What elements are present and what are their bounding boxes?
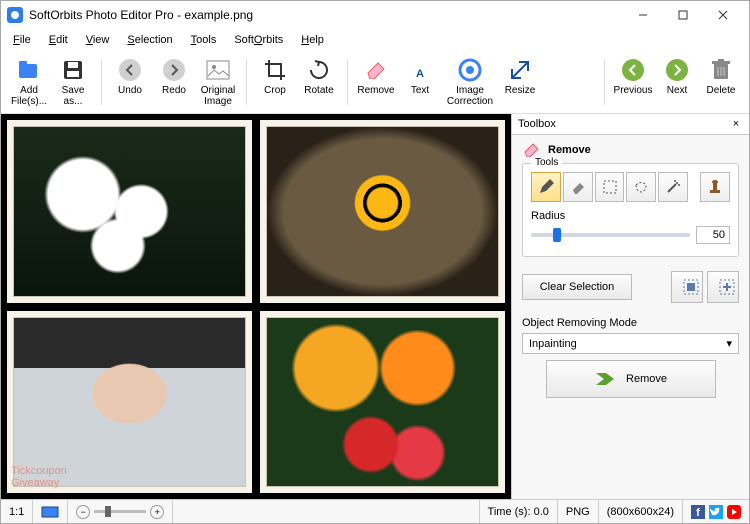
- radius-slider[interactable]: [531, 233, 690, 237]
- tool-eraser[interactable]: [563, 172, 593, 202]
- previous-button[interactable]: Previous: [611, 55, 655, 98]
- add-files-button[interactable]: Add File(s)...: [7, 55, 51, 109]
- menu-selection[interactable]: Selection: [119, 31, 180, 49]
- tool-magic-wand[interactable]: [658, 172, 688, 202]
- minimize-button[interactable]: [623, 1, 663, 29]
- load-selection-button[interactable]: [707, 271, 739, 303]
- menubar: File Edit View Selection Tools SoftOrbit…: [1, 29, 749, 51]
- zoom-control: − +: [68, 500, 173, 523]
- original-image-icon: [205, 57, 231, 83]
- undo-icon: [117, 57, 143, 83]
- photo-tile: [7, 311, 252, 494]
- menu-softorbits[interactable]: SoftOrbits: [226, 31, 291, 49]
- menu-view[interactable]: View: [78, 31, 118, 49]
- tool-lasso[interactable]: [626, 172, 656, 202]
- crop-icon: [262, 57, 288, 83]
- eraser-icon: [363, 57, 389, 83]
- youtube-icon[interactable]: [727, 505, 741, 519]
- menu-help[interactable]: Help: [293, 31, 332, 49]
- redo-button[interactable]: Redo: [152, 55, 196, 98]
- tool-marquee[interactable]: [595, 172, 625, 202]
- next-button[interactable]: Next: [655, 55, 699, 98]
- status-format: PNG: [558, 500, 599, 523]
- rotate-button[interactable]: Rotate: [297, 55, 341, 98]
- text-button[interactable]: A Text: [398, 55, 442, 98]
- save-icon: [60, 57, 86, 83]
- zoom-out-button[interactable]: −: [76, 505, 90, 519]
- tools-group: Tools Radius 50: [522, 163, 739, 257]
- status-time: Time (s): 0.0: [480, 500, 558, 523]
- titlebar: SoftOrbits Photo Editor Pro - example.pn…: [1, 1, 749, 29]
- zoom-ratio: 1:1: [1, 500, 33, 523]
- photo-tile: [7, 120, 252, 303]
- tool-stamp[interactable]: [700, 172, 730, 202]
- radius-label: Radius: [531, 210, 730, 222]
- zoom-slider[interactable]: [94, 510, 146, 513]
- facebook-icon[interactable]: f: [691, 505, 705, 519]
- radius-value[interactable]: 50: [696, 226, 730, 244]
- svg-text:A: A: [416, 68, 424, 80]
- mode-label: Object Removing Mode: [522, 317, 739, 329]
- svg-text:f: f: [696, 507, 700, 519]
- image-correction-button[interactable]: Image Correction: [442, 55, 498, 109]
- clear-selection-button[interactable]: Clear Selection: [522, 274, 632, 300]
- status-dimensions: (800x600x24): [599, 500, 683, 523]
- toolbox-title: Toolbox: [518, 118, 729, 130]
- trash-icon: [708, 57, 734, 83]
- resize-button[interactable]: Resize: [498, 55, 542, 98]
- arrow-right-icon: [594, 371, 616, 387]
- menu-tools[interactable]: Tools: [183, 31, 225, 49]
- main-toolbar: Add File(s)... Save as... Undo Redo Orig…: [1, 51, 749, 114]
- resize-icon: [507, 57, 533, 83]
- status-bar: 1:1 − + Time (s): 0.0 PNG (800x600x24) f: [1, 499, 749, 523]
- tool-pencil[interactable]: [531, 172, 561, 202]
- save-selection-button[interactable]: [671, 271, 703, 303]
- image-correction-icon: [457, 57, 483, 83]
- photo-tile: [260, 311, 505, 494]
- twitter-icon[interactable]: [709, 505, 723, 519]
- window-title: SoftOrbits Photo Editor Pro - example.pn…: [29, 8, 623, 22]
- zoom-in-button[interactable]: +: [150, 505, 164, 519]
- content-area: TickcouponGiveaway Toolbox × Remove Tool…: [1, 114, 749, 499]
- rotate-icon: [306, 57, 332, 83]
- text-icon: A: [407, 57, 433, 83]
- eraser-icon: [522, 143, 542, 157]
- redo-icon: [161, 57, 187, 83]
- close-button[interactable]: [703, 1, 743, 29]
- save-as-button[interactable]: Save as...: [51, 55, 95, 109]
- chevron-down-icon: ▾: [726, 337, 732, 350]
- previous-icon: [620, 57, 646, 83]
- image-canvas[interactable]: TickcouponGiveaway: [1, 114, 511, 499]
- social-links: f: [683, 500, 749, 523]
- undo-button[interactable]: Undo: [108, 55, 152, 98]
- original-image-button[interactable]: Original Image: [196, 55, 240, 109]
- toolbox-close-button[interactable]: ×: [729, 118, 743, 130]
- crop-button[interactable]: Crop: [253, 55, 297, 98]
- app-icon: [7, 7, 23, 23]
- toolbox-panel: Toolbox × Remove Tools Radius: [511, 114, 749, 499]
- add-files-icon: [16, 57, 42, 83]
- maximize-button[interactable]: [663, 1, 703, 29]
- menu-edit[interactable]: Edit: [41, 31, 76, 49]
- menu-file[interactable]: File: [5, 31, 39, 49]
- mode-select[interactable]: Inpainting ▾: [522, 333, 739, 354]
- next-icon: [664, 57, 690, 83]
- delete-button[interactable]: Delete: [699, 55, 743, 98]
- remove-action-button[interactable]: Remove: [546, 360, 716, 398]
- fit-button[interactable]: [33, 500, 68, 523]
- toolbox-section-title: Remove: [522, 143, 739, 157]
- remove-button[interactable]: Remove: [354, 55, 398, 98]
- photo-tile: [260, 120, 505, 303]
